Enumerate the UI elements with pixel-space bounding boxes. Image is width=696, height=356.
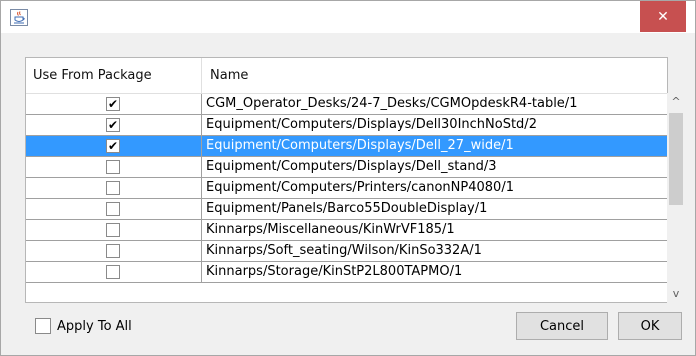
- cancel-button[interactable]: Cancel: [516, 312, 608, 340]
- vertical-scrollbar[interactable]: ^ v: [667, 93, 685, 303]
- title-bar: ✕: [1, 1, 695, 33]
- table-header: Use From Package Name: [26, 58, 667, 94]
- name-cell: Kinnarps/Storage/KinStP2L800TAPMO/1: [206, 264, 463, 279]
- table-row[interactable]: Equipment/Panels/Barco55DoubleDisplay/1: [26, 199, 667, 220]
- name-cell: Equipment/Panels/Barco55DoubleDisplay/1: [206, 201, 488, 216]
- scroll-down-button[interactable]: v: [667, 285, 685, 303]
- check-cell: [26, 178, 202, 198]
- name-cell: Kinnarps/Miscellaneous/KinWrVF185/1: [206, 222, 455, 237]
- use-from-package-checkbox[interactable]: ✔: [106, 118, 120, 132]
- use-from-package-checkbox[interactable]: [106, 181, 120, 195]
- table-row[interactable]: Kinnarps/Storage/KinStP2L800TAPMO/1: [26, 262, 667, 283]
- ok-button[interactable]: OK: [618, 312, 682, 340]
- check-cell: [26, 199, 202, 219]
- name-cell: CGM_Operator_Desks/24-7_Desks/CGMOpdeskR…: [206, 96, 578, 111]
- table-row[interactable]: Equipment/Computers/Printers/canonNP4080…: [26, 178, 667, 199]
- name-cell: Equipment/Computers/Printers/canonNP4080…: [206, 180, 514, 195]
- scroll-thumb[interactable]: [669, 113, 683, 205]
- table-row[interactable]: Kinnarps/Miscellaneous/KinWrVF185/1: [26, 220, 667, 241]
- name-cell: Equipment/Computers/Displays/Dell_27_wid…: [206, 138, 514, 153]
- package-table: Use From Package Name ✔ CGM_Operator_Des…: [25, 57, 668, 303]
- table-row[interactable]: Equipment/Computers/Displays/Dell_stand/…: [26, 157, 667, 178]
- close-icon: ✕: [657, 8, 669, 25]
- use-from-package-checkbox[interactable]: [106, 265, 120, 279]
- name-cell: Equipment/Computers/Displays/Dell_stand/…: [206, 159, 497, 174]
- use-from-package-checkbox[interactable]: ✔: [106, 97, 120, 111]
- column-header-name[interactable]: Name: [203, 58, 667, 94]
- check-cell: [26, 220, 202, 240]
- check-cell: ✔: [26, 94, 202, 114]
- table-body: ✔ CGM_Operator_Desks/24-7_Desks/CGMOpdes…: [26, 94, 667, 302]
- chevron-down-icon: v: [672, 287, 680, 300]
- use-from-package-checkbox[interactable]: [106, 244, 120, 258]
- java-cup-icon: [10, 9, 28, 26]
- chevron-up-icon: ^: [671, 95, 681, 108]
- check-cell: ✔: [26, 115, 202, 135]
- check-cell: [26, 157, 202, 177]
- use-from-package-checkbox[interactable]: [106, 202, 120, 216]
- table-row[interactable]: ✔ CGM_Operator_Desks/24-7_Desks/CGMOpdes…: [26, 94, 667, 115]
- apply-to-all-label: Apply To All: [57, 318, 132, 334]
- dialog-window: ✕ Use From Package Name ✔ CGM_Operator_D…: [0, 0, 696, 356]
- table-row[interactable]: Kinnarps/Soft_seating/Wilson/KinSo332A/1: [26, 241, 667, 262]
- check-cell: ✔: [26, 136, 202, 156]
- close-button[interactable]: ✕: [640, 1, 686, 32]
- column-header-use-from-package[interactable]: Use From Package: [26, 58, 202, 94]
- table-row-selected[interactable]: ✔ Equipment/Computers/Displays/Dell_27_w…: [26, 136, 667, 157]
- table-row[interactable]: ✔ Equipment/Computers/Displays/Dell30Inc…: [26, 115, 667, 136]
- scroll-up-button[interactable]: ^: [667, 93, 685, 111]
- name-cell: Equipment/Computers/Displays/Dell30InchN…: [206, 117, 537, 132]
- check-cell: [26, 262, 202, 282]
- use-from-package-checkbox[interactable]: [106, 160, 120, 174]
- apply-to-all-checkbox[interactable]: [35, 318, 51, 334]
- name-cell: Kinnarps/Soft_seating/Wilson/KinSo332A/1: [206, 243, 482, 258]
- use-from-package-checkbox[interactable]: [106, 223, 120, 237]
- check-cell: [26, 241, 202, 261]
- use-from-package-checkbox[interactable]: ✔: [106, 139, 120, 153]
- apply-to-all-option[interactable]: Apply To All: [35, 317, 132, 335]
